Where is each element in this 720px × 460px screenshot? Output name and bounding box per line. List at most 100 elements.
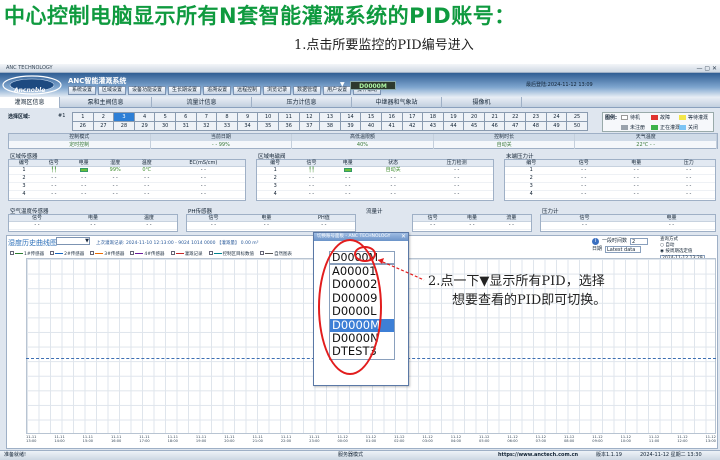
tab-flow-meter-info[interactable]: 流量计信息 [152,97,252,108]
zone-cell-19[interactable]: 19 [443,113,465,122]
tab-pressure-meter-info[interactable]: 压力计信息 [252,97,352,108]
zone-cell-41[interactable]: 41 [381,122,403,131]
toolbar-growth-settings-button[interactable]: 生长期设置 [168,86,202,95]
zone-cell-24[interactable]: 24 [546,113,568,122]
zone-cell-45[interactable]: 45 [464,122,485,131]
chart-legend-item[interactable]: 控制区目标数值 [208,251,254,257]
legend-item: 待机 [621,114,640,121]
zone-cell-14[interactable]: 14 [340,113,362,122]
zone-cell-27[interactable]: 27 [93,122,115,131]
toolbar-system-settings-button[interactable]: 系统设置 [68,86,97,95]
toolbar-browse-records-button[interactable]: 浏览记录 [263,86,292,95]
zone-cell-6[interactable]: 6 [175,113,197,122]
zone-cell-48[interactable]: 48 [526,122,547,131]
zone-cell-7[interactable]: 7 [196,113,218,122]
zone-cell-49[interactable]: 49 [546,122,568,131]
toolbar-zone-settings-button[interactable]: 区域设置 [98,86,127,95]
legend-swatch-icon [651,115,658,120]
zone-cell-8[interactable]: 8 [217,113,238,122]
zone-cell-17[interactable]: 17 [402,113,424,122]
company-url[interactable]: https://www.anctech.com.cn [498,451,578,460]
zone-cell-34[interactable]: 34 [237,122,259,131]
toolbar-trace-settings-button[interactable]: 追溯设置 [203,86,232,95]
table-cell: 自动关 [365,166,421,175]
status-text: 准备就绪! [4,452,27,458]
zone-cell-26[interactable]: 26 [73,122,94,131]
legend-line-icon [55,253,64,254]
zone-cell-18[interactable]: 18 [423,113,444,122]
zone-cell-21[interactable]: 21 [484,113,506,122]
zone-cell-50[interactable]: 50 [567,122,588,131]
zone-cell-29[interactable]: 29 [134,122,156,131]
range-input[interactable]: 2 [630,237,649,245]
zone-cell-4[interactable]: 4 [134,113,156,122]
chart-legend-item[interactable]: 灌溉记录 [170,251,203,257]
zone-cell-30[interactable]: 30 [155,122,176,131]
zone-cell-39[interactable]: 39 [340,122,362,131]
table-cell: 2 [505,174,558,183]
zone-cell-25[interactable]: 25 [567,113,588,122]
zone-cell-44[interactable]: 44 [443,122,465,131]
zone-cell-38[interactable]: 38 [320,122,341,131]
tab-pump-valve-info[interactable]: 泵和主阀信息 [60,97,152,108]
zone-cell-23[interactable]: 23 [526,113,547,122]
zone-cell-10[interactable]: 10 [258,113,279,122]
chart-legend-item[interactable]: 2#传感器 [50,251,84,257]
weather-temp-value-a: 22℃ [636,142,649,148]
zone-cell-2[interactable]: 2 [93,113,115,122]
table-cell: 0℃ [131,166,162,175]
zone-cell-32[interactable]: 32 [196,122,218,131]
tab-zone-info[interactable]: 灌溉区信息 [0,97,60,108]
signal-icon: ╿╿ [50,167,57,173]
x-tick-label: 11-12 10:00 [620,435,632,443]
zone-cell-22[interactable]: 22 [505,113,527,122]
signal-icon: ╿╿ [308,167,315,173]
zone-cell-11[interactable]: 11 [278,113,300,122]
table-cell: - - [38,182,69,191]
temp-limit-value: 40% [356,142,369,148]
zone-cell-31[interactable]: 31 [175,122,197,131]
zone-cell-37[interactable]: 37 [299,122,321,131]
chart-type-select[interactable]: ▼ [56,237,90,245]
account-pid-display[interactable]: D0000M [350,81,396,90]
zone-cell-16[interactable]: 16 [381,113,403,122]
toolbar-user-settings-button[interactable]: 用户设置 [323,86,352,95]
account-dropdown-arrow-icon[interactable]: ▼ [340,81,345,88]
window-controls[interactable]: — ▢ ✕ [696,65,717,72]
zone-cell-13[interactable]: 13 [320,113,341,122]
zone-cell-5[interactable]: 5 [155,113,176,122]
table-cell: - - [68,182,99,191]
legend-text: 3#传感器 [104,252,125,257]
chart-legend-item[interactable]: 4#传感器 [130,251,165,257]
zone-cell-47[interactable]: 47 [505,122,527,131]
control-mode-header: 控制模式 [9,134,150,141]
chart-legend-item[interactable]: 3#传感器 [90,251,124,257]
zone-cell-1[interactable]: 1 [73,113,94,122]
chart-legend-item[interactable]: 自然图表 [260,251,292,257]
zone-cell-43[interactable]: 43 [423,122,444,131]
weather-temp-value-b: - - [649,142,656,148]
zone-cell-28[interactable]: 28 [114,122,135,131]
zone-cell-33[interactable]: 33 [217,122,238,131]
toolbar-data-management-button[interactable]: 数据管理 [293,86,322,95]
zone-cell-20[interactable]: 20 [464,113,485,122]
zone-cell-12[interactable]: 12 [299,113,321,122]
tab-relay-weather[interactable]: 中继器和气象站 [352,97,442,108]
zone-cell-3[interactable]: 3 [114,113,135,122]
chart-legend-item[interactable]: 1#传感器 [10,251,44,257]
checkbox-icon [90,251,95,255]
close-icon[interactable]: ✕ [401,233,406,241]
zone-cell-15[interactable]: 15 [361,113,382,122]
zone-cell-40[interactable]: 40 [361,122,382,131]
zone-cell-35[interactable]: 35 [258,122,279,131]
toolbar-device-settings-button[interactable]: 设备功能设置 [128,86,167,95]
tab-camera[interactable]: 摄像机 [442,97,522,108]
zone-cell-42[interactable]: 42 [402,122,424,131]
checkbox-icon [260,251,265,255]
current-date-value-a: - - [211,142,218,148]
zone-cell-46[interactable]: 46 [484,122,506,131]
date-select[interactable]: Latest data [605,245,642,253]
zone-cell-9[interactable]: 9 [237,113,259,122]
zone-cell-36[interactable]: 36 [278,122,300,131]
toolbar-remote-control-button[interactable]: 远程控制 [233,86,262,95]
